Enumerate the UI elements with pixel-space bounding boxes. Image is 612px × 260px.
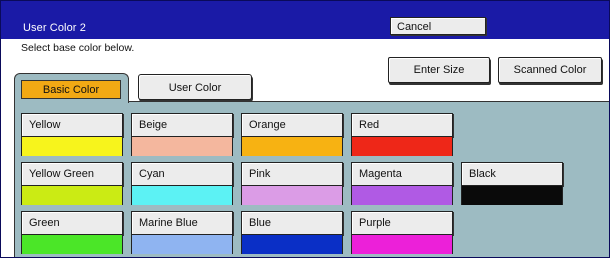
color-label: Purple bbox=[351, 211, 453, 235]
color-swatch bbox=[351, 235, 453, 254]
instruction-text: Select base color below. bbox=[21, 42, 135, 54]
window-title: User Color 2 bbox=[23, 22, 86, 34]
color-button-beige[interactable]: Beige bbox=[131, 113, 233, 157]
color-swatch bbox=[21, 235, 123, 254]
color-swatch bbox=[241, 137, 343, 156]
color-label: Blue bbox=[241, 211, 343, 235]
color-label: Magenta bbox=[351, 162, 453, 186]
scanned-color-button[interactable]: Scanned Color bbox=[498, 57, 602, 83]
window-right-edge bbox=[609, 39, 610, 258]
tab-basic-color[interactable]: Basic Color bbox=[14, 73, 129, 103]
color-label: Pink bbox=[241, 162, 343, 186]
color-swatch bbox=[351, 186, 453, 205]
color-button-black[interactable]: Black bbox=[461, 162, 563, 206]
color-swatch bbox=[131, 186, 233, 205]
color-label: Orange bbox=[241, 113, 343, 137]
color-button-green[interactable]: Green bbox=[21, 211, 123, 255]
color-swatch bbox=[21, 137, 123, 156]
color-button-marine-blue[interactable]: Marine Blue bbox=[131, 211, 233, 255]
color-label: Beige bbox=[131, 113, 233, 137]
color-swatch bbox=[131, 137, 233, 156]
color-label: Green bbox=[21, 211, 123, 235]
color-label: Marine Blue bbox=[131, 211, 233, 235]
color-button-red[interactable]: Red bbox=[351, 113, 453, 157]
color-button-magenta[interactable]: Magenta bbox=[351, 162, 453, 206]
color-swatch bbox=[241, 186, 343, 205]
color-button-yellow[interactable]: Yellow bbox=[21, 113, 123, 157]
title-bar: User Color 2 Cancel bbox=[1, 1, 609, 39]
color-swatch bbox=[21, 186, 123, 205]
color-swatch bbox=[131, 235, 233, 254]
color-label: Cyan bbox=[131, 162, 233, 186]
color-button-orange[interactable]: Orange bbox=[241, 113, 343, 157]
color-button-purple[interactable]: Purple bbox=[351, 211, 453, 255]
color-label: Yellow bbox=[21, 113, 123, 137]
color-button-yellow-green[interactable]: Yellow Green bbox=[21, 162, 123, 206]
color-label: Yellow Green bbox=[21, 162, 123, 186]
color-button-blue[interactable]: Blue bbox=[241, 211, 343, 255]
color-label: Black bbox=[461, 162, 563, 186]
color-swatch bbox=[241, 235, 343, 254]
tab-user-color[interactable]: User Color bbox=[138, 74, 252, 100]
color-label: Red bbox=[351, 113, 453, 137]
enter-size-button[interactable]: Enter Size bbox=[388, 57, 490, 83]
color-swatch bbox=[351, 137, 453, 156]
tab-basic-color-label: Basic Color bbox=[21, 80, 121, 99]
color-swatch bbox=[461, 186, 563, 205]
cancel-button[interactable]: Cancel bbox=[390, 17, 486, 35]
color-button-pink[interactable]: Pink bbox=[241, 162, 343, 206]
user-color-dialog: User Color 2 Cancel Select base color be… bbox=[0, 0, 610, 258]
color-button-cyan[interactable]: Cyan bbox=[131, 162, 233, 206]
